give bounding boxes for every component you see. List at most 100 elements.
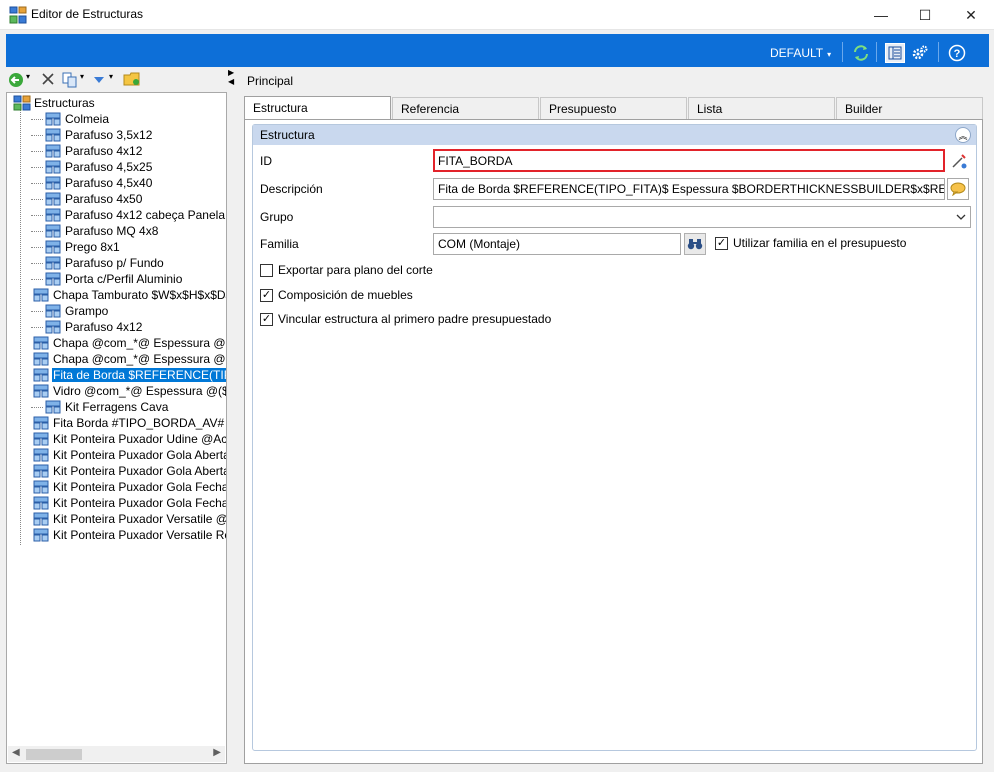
tree-item-label: Kit Ponteira Puxador Gola Fechada bbox=[53, 480, 226, 494]
chevron-down-icon[interactable]: ▾ bbox=[80, 72, 84, 81]
tree-connector bbox=[31, 166, 43, 168]
structure-node-icon bbox=[45, 320, 61, 334]
tree-connector bbox=[31, 326, 43, 328]
minimize-button[interactable]: — bbox=[858, 0, 904, 30]
tree-item-label: Parafuso 4x50 bbox=[65, 192, 143, 206]
scroll-left-icon[interactable]: ◀ bbox=[12, 747, 20, 758]
furniture-composition-row[interactable]: ✓ Composición de muebles bbox=[260, 288, 413, 302]
help-icon[interactable]: ? bbox=[947, 43, 967, 63]
link-first-parent-row[interactable]: ✓ Vincular estructura al primero padre pr… bbox=[260, 312, 551, 326]
tree-item[interactable]: Parafuso 3,5x12 bbox=[31, 127, 226, 143]
profile-dropdown[interactable]: DEFAULT ▾ bbox=[770, 46, 831, 60]
tree-item[interactable]: Chapa Tamburato $W$x$H$x$D$m bbox=[31, 287, 226, 303]
folder-icon[interactable] bbox=[123, 71, 141, 87]
structure-node-icon bbox=[33, 432, 49, 446]
tree-item[interactable]: Parafuso 4,5x25 bbox=[31, 159, 226, 175]
tab-builder[interactable]: Builder bbox=[836, 97, 983, 119]
tree-item[interactable]: Fita Borda #TIPO_BORDA_AV# $F bbox=[31, 415, 226, 431]
tab-estructura[interactable]: Estructura bbox=[244, 96, 391, 120]
move-down-icon[interactable] bbox=[92, 72, 106, 86]
maximize-button[interactable]: ☐ bbox=[902, 0, 948, 30]
tab-referencia[interactable]: Referencia bbox=[392, 97, 539, 119]
group-title: Estructura bbox=[260, 128, 315, 142]
horizontal-scrollbar[interactable]: ◀ ▶ bbox=[8, 746, 225, 762]
scroll-right-icon[interactable]: ▶ bbox=[213, 747, 221, 758]
use-family-checkbox[interactable]: ✓ bbox=[715, 236, 728, 250]
close-button[interactable]: ✕ bbox=[948, 0, 994, 30]
link-first-parent-checkbox[interactable]: ✓ bbox=[260, 312, 273, 326]
structure-tree[interactable]: Estructuras Colmeia Parafuso 3,5x12 Parafu… bbox=[6, 92, 227, 764]
furniture-composition-label: Composición de muebles bbox=[278, 288, 413, 302]
structure-node-icon bbox=[33, 336, 49, 350]
gears-icon[interactable] bbox=[910, 43, 930, 63]
tree-item[interactable]: Porta c/Perfil Aluminio bbox=[31, 271, 226, 287]
tab-lista[interactable]: Lista bbox=[688, 97, 835, 119]
section-title: Principal bbox=[247, 74, 294, 88]
delete-x-icon[interactable] bbox=[41, 72, 55, 86]
export-cut-plan-checkbox[interactable] bbox=[260, 263, 273, 277]
tree-root[interactable]: Estructuras bbox=[13, 95, 95, 111]
tree-item[interactable]: Parafuso 4x12 bbox=[31, 143, 226, 159]
tree-item[interactable]: Parafuso 4x50 bbox=[31, 191, 226, 207]
collapse-icon[interactable]: ︽ bbox=[955, 127, 971, 143]
chevron-down-icon[interactable]: ▾ bbox=[109, 72, 113, 81]
structure-node-icon bbox=[45, 192, 61, 206]
tree-item[interactable]: Chapa @com_*@ Espessura @($H bbox=[31, 351, 226, 367]
copy-icon[interactable] bbox=[62, 72, 78, 88]
description-field[interactable]: Fita de Borda $REFERENCE(TIPO_FITA)$ Esp… bbox=[433, 178, 945, 200]
id-picker-icon[interactable] bbox=[948, 150, 970, 172]
toolbar-divider bbox=[938, 42, 939, 62]
furniture-composition-checkbox[interactable]: ✓ bbox=[260, 288, 273, 302]
tree-item-label: Vidro @com_*@ Espessura @($H$ bbox=[53, 384, 226, 398]
tree-item-label: Parafuso p/ Fundo bbox=[65, 256, 164, 270]
tree-item[interactable]: Kit Ponteira Puxador Versatile Reta bbox=[31, 527, 226, 543]
tree-item[interactable]: Colmeia bbox=[31, 111, 226, 127]
tree-connector bbox=[31, 278, 43, 280]
tree-connector bbox=[31, 230, 43, 232]
structure-root-icon bbox=[13, 95, 31, 111]
binoculars-icon[interactable] bbox=[684, 233, 706, 255]
tree-item[interactable]: Kit Ponteira Puxador Versatile @Ac bbox=[31, 511, 226, 527]
family-field[interactable]: COM (Montaje) bbox=[433, 233, 681, 255]
use-family-checkbox-row[interactable]: ✓ Utilizar familia en el presupuesto bbox=[715, 236, 906, 250]
tree-item-label: Chapa @com_*@ Espessura @($H bbox=[53, 352, 226, 366]
tree-item[interactable]: Prego 8x1 bbox=[31, 239, 226, 255]
tree-item[interactable]: Kit Ponteira Puxador Gola Fechada bbox=[31, 479, 226, 495]
tree-item[interactable]: Parafuso 4x12 bbox=[31, 319, 226, 335]
tree-item[interactable]: Vidro @com_*@ Espessura @($H$ bbox=[31, 383, 226, 399]
tree-item[interactable]: Kit Ponteira Puxador Gola Aberta 18 bbox=[31, 463, 226, 479]
family-label: Familia bbox=[260, 237, 299, 251]
tree-item[interactable]: Fita de Borda $REFERENCE(TIPO bbox=[31, 367, 226, 383]
structure-node-icon bbox=[45, 272, 61, 286]
tree-item[interactable]: Kit Ponteira Puxador Gola Aberta 15 bbox=[31, 447, 226, 463]
tree-item[interactable]: Parafuso 4,5x40 bbox=[31, 175, 226, 191]
scrollbar-thumb[interactable] bbox=[26, 749, 82, 760]
profile-label: DEFAULT bbox=[770, 46, 824, 60]
splitter-toggle[interactable]: ▶ ◀ bbox=[228, 68, 238, 88]
tree-item[interactable]: Grampo bbox=[31, 303, 226, 319]
tab-presupuesto[interactable]: Presupuesto bbox=[540, 97, 687, 119]
tree-item[interactable]: Chapa @com_*@ Espessura @($H bbox=[31, 335, 226, 351]
id-field[interactable]: FITA_BORDA bbox=[433, 149, 945, 172]
refresh-icon[interactable] bbox=[851, 43, 871, 63]
tree-toolbar: ▾ ▾ ▾ bbox=[6, 70, 228, 90]
tree-item[interactable]: Parafuso 4x12 cabeça Panela bbox=[31, 207, 226, 223]
tree-item[interactable]: Parafuso p/ Fundo bbox=[31, 255, 226, 271]
export-cut-plan-row[interactable]: Exportar para plano del corte bbox=[260, 263, 433, 277]
chevron-down-icon[interactable]: ▾ bbox=[26, 72, 30, 81]
layout-icon[interactable] bbox=[885, 43, 905, 63]
comment-icon[interactable] bbox=[947, 178, 969, 200]
tree-item-label: Chapa @com_*@ Espessura @($H bbox=[53, 336, 226, 350]
tree-item-label: Parafuso MQ 4x8 bbox=[65, 224, 159, 238]
tree-item[interactable]: Kit Ponteira Puxador Udine @Ace_I bbox=[31, 431, 226, 447]
tree-connector bbox=[20, 109, 21, 545]
group-select[interactable] bbox=[433, 206, 971, 228]
tree-item[interactable]: Kit Ferragens Cava bbox=[31, 399, 226, 415]
structure-node-icon bbox=[33, 528, 49, 542]
tree-item-label: Kit Ponteira Puxador Gola Fechada bbox=[53, 496, 226, 510]
back-arrow-icon[interactable] bbox=[8, 72, 24, 88]
structure-node-icon bbox=[45, 160, 61, 174]
window-title: Editor de Estructuras bbox=[31, 7, 144, 21]
tree-item[interactable]: Kit Ponteira Puxador Gola Fechada bbox=[31, 495, 226, 511]
tree-item[interactable]: Parafuso MQ 4x8 bbox=[31, 223, 226, 239]
